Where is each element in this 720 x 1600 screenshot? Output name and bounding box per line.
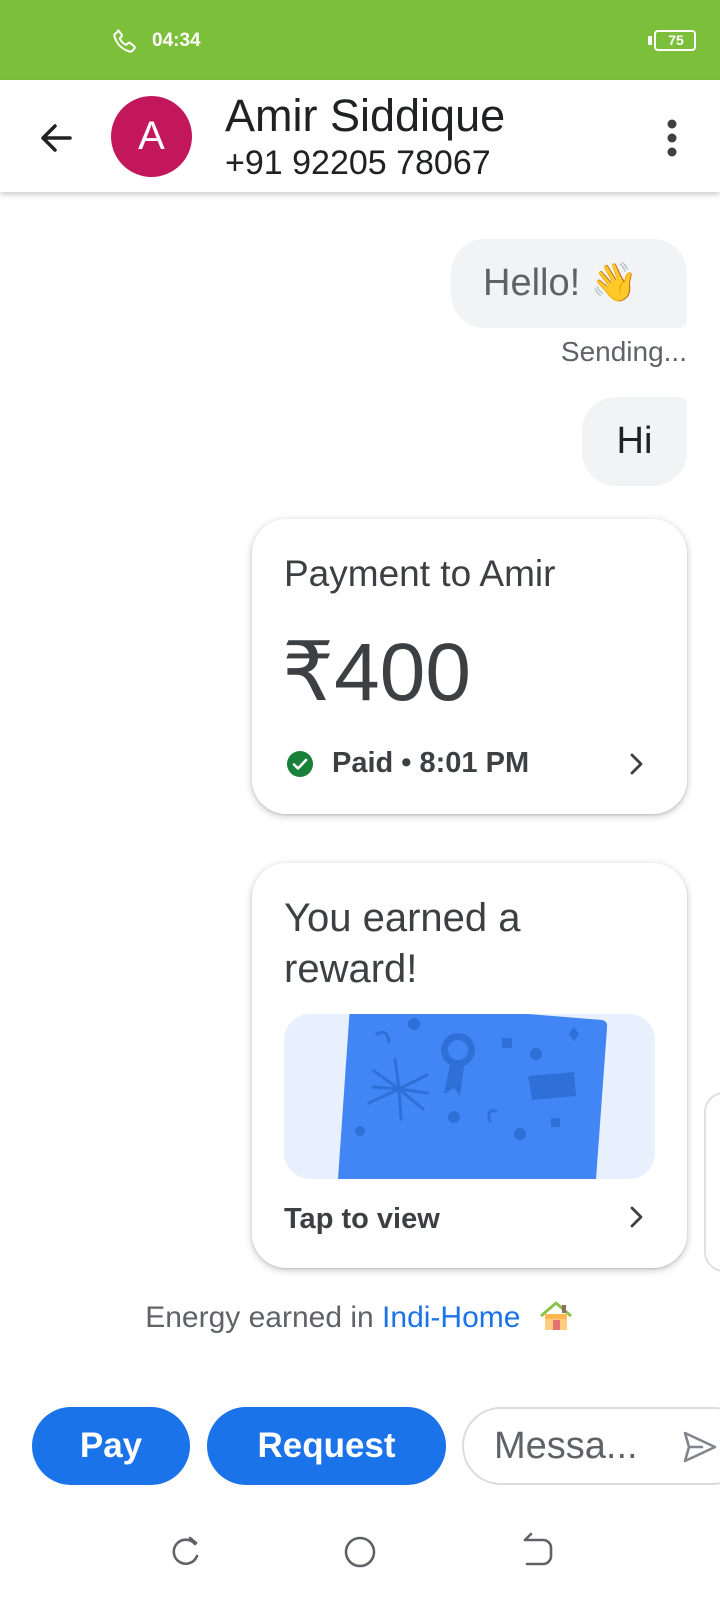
more-vert-icon[interactable] (652, 110, 692, 166)
system-nav-bar (0, 1506, 720, 1600)
chevron-right-icon[interactable] (624, 1202, 648, 1232)
message-bubble[interactable]: Hello! 👋 (451, 239, 687, 328)
contact-name[interactable]: Amir Siddique (225, 90, 505, 142)
pay-button[interactable]: Pay (32, 1407, 190, 1485)
recent-apps-icon[interactable] (165, 1532, 205, 1572)
contact-phone: +91 92205 78067 (225, 144, 491, 182)
request-button[interactable]: Request (207, 1407, 446, 1485)
back-nav-icon[interactable] (517, 1532, 557, 1572)
status-bar: 04:34 75 (0, 0, 720, 80)
chat-header: A Amir Siddique +91 92205 78067 (0, 80, 720, 192)
payment-status: Paid • 8:01 PM (332, 747, 530, 779)
reward-graphic (284, 1014, 655, 1179)
payment-title: Payment to Amir (284, 553, 556, 594)
next-card-peek[interactable] (704, 1092, 720, 1272)
reward-card[interactable]: You earned a reward! Tap to view (252, 863, 687, 1268)
battery-nub (648, 36, 652, 45)
message-status: Sending... (560, 336, 687, 367)
energy-earned-text: Energy earned in Indi-Home (0, 1299, 720, 1335)
message-composer (462, 1407, 720, 1485)
chevron-right-icon[interactable] (624, 749, 648, 779)
status-time: 04:34 (152, 30, 201, 51)
energy-prefix: Energy earned in (145, 1301, 374, 1334)
message-input[interactable] (494, 1409, 664, 1483)
send-icon[interactable] (682, 1429, 718, 1465)
avatar[interactable]: A (111, 96, 192, 177)
phone-icon (113, 29, 136, 53)
payment-amount: ₹400 (282, 627, 471, 718)
payment-card[interactable]: Payment to Amir ₹400 Paid • 8:01 PM (252, 519, 687, 814)
message-bubble[interactable]: Hi (582, 397, 687, 486)
check-circle-icon (287, 751, 313, 777)
tap-to-view-label: Tap to view (284, 1203, 440, 1235)
battery-level: 75 (668, 32, 684, 48)
home-circle-icon[interactable] (340, 1532, 380, 1572)
reward-scratch-card-icon (338, 1014, 608, 1179)
indi-home-link[interactable]: Indi-Home (382, 1301, 520, 1334)
house-icon (539, 1301, 572, 1330)
arrow-left-icon[interactable] (28, 110, 84, 166)
reward-title: You earned a reward! (284, 896, 521, 991)
